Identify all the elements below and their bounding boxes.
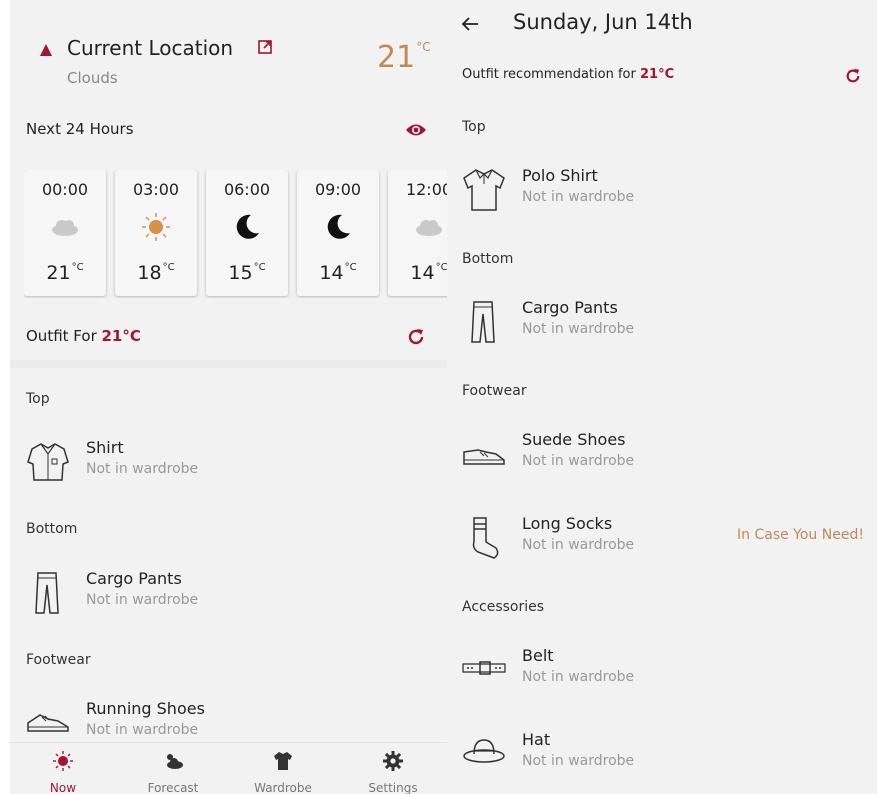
nav-forecast[interactable]: Forecast xyxy=(128,749,218,794)
next-24-hours-label: Next 24 Hours xyxy=(26,120,134,138)
cloud-icon xyxy=(52,220,78,236)
refresh-icon[interactable] xyxy=(407,328,425,346)
refresh-icon[interactable] xyxy=(845,68,861,84)
shirt-icon xyxy=(27,443,69,481)
pants-icon xyxy=(471,301,495,343)
hour-card[interactable]: 03:00 18°C xyxy=(115,170,197,296)
location-arrow-icon xyxy=(40,44,52,56)
sock-icon xyxy=(472,517,499,559)
moon-icon xyxy=(236,214,259,239)
cloud-icon xyxy=(416,220,442,236)
belt-icon xyxy=(462,661,506,675)
category-bottom-label: Bottom xyxy=(26,521,78,537)
outfit-item-top[interactable]: Polo Shirt Not in wardrobe xyxy=(462,166,862,212)
hourly-forecast-list[interactable]: 00:00 21°C 03:00 18°C 06:00 15°C 09:00 1… xyxy=(24,170,447,298)
location-header: Current Location Clouds 21°C xyxy=(10,0,447,110)
hour-card[interactable]: 06:00 15°C xyxy=(206,170,288,296)
outfit-header: Outfit For 21°C xyxy=(10,325,447,349)
category-top-label: Top xyxy=(462,119,486,135)
divider xyxy=(10,360,447,368)
outfit-item-bottom[interactable]: Cargo Pants Not in wardrobe xyxy=(462,298,862,344)
eye-icon[interactable] xyxy=(405,122,427,138)
back-arrow-icon[interactable] xyxy=(461,15,479,33)
gear-icon xyxy=(383,751,403,771)
nav-settings[interactable]: Settings xyxy=(348,749,438,794)
running-shoe-icon xyxy=(27,714,69,732)
category-bottom-label: Bottom xyxy=(462,251,514,267)
hour-card[interactable]: 12:00 14°C xyxy=(388,170,447,296)
nav-now[interactable]: Now xyxy=(18,749,108,794)
outfit-item-belt[interactable]: Belt Not in wardrobe xyxy=(462,646,862,692)
sun-icon xyxy=(53,751,73,771)
tshirt-icon xyxy=(274,752,292,770)
next-24-hours-header: Next 24 Hours xyxy=(10,118,447,142)
outfit-item-footwear[interactable]: Suede Shoes Not in wardrobe xyxy=(462,430,862,476)
day-title: Sunday, Jun 14th xyxy=(513,10,693,34)
outfit-item-bottom[interactable]: Cargo Pants Not in wardrobe xyxy=(26,569,426,615)
external-link-icon[interactable] xyxy=(258,40,272,54)
forecast-icon xyxy=(167,754,183,769)
hour-card[interactable]: 00:00 21°C xyxy=(24,170,106,296)
category-accessories-label: Accessories xyxy=(462,599,545,615)
hat-icon xyxy=(463,739,505,763)
category-top-label: Top xyxy=(26,391,50,407)
suede-shoe-icon xyxy=(463,449,505,465)
nav-wardrobe[interactable]: Wardrobe xyxy=(238,749,328,794)
moon-icon xyxy=(327,214,350,239)
sun-icon xyxy=(142,213,170,241)
current-temperature: 21°C xyxy=(377,40,431,75)
day-detail-screen: Sunday, Jun 14th Outfit recommendation f… xyxy=(447,0,877,794)
in-case-you-need-badge: In Case You Need! xyxy=(737,527,864,543)
polo-shirt-icon xyxy=(463,169,505,211)
outfit-item-hat[interactable]: Hat Not in wardrobe xyxy=(462,730,862,776)
category-footwear-label: Footwear xyxy=(462,383,527,399)
day-header: Sunday, Jun 14th xyxy=(447,0,877,54)
now-screen: Current Location Clouds 21°C Next 24 Hou… xyxy=(10,0,447,794)
outfit-for-label: Outfit For 21°C xyxy=(26,327,141,345)
bottom-navigation: Now Forecast Wardrobe Settings xyxy=(10,742,447,794)
recommendation-label: Outfit recommendation for 21°C xyxy=(462,67,675,82)
outfit-item-top[interactable]: Shirt Not in wardrobe xyxy=(26,438,426,484)
recommendation-header: Outfit recommendation for 21°C xyxy=(447,62,877,86)
outfit-item-footwear[interactable]: Running Shoes Not in wardrobe xyxy=(26,699,426,745)
hour-card[interactable]: 09:00 14°C xyxy=(297,170,379,296)
location-title[interactable]: Current Location xyxy=(67,36,233,60)
category-footwear-label: Footwear xyxy=(26,652,91,668)
weather-condition: Clouds xyxy=(67,69,118,87)
pants-icon xyxy=(35,572,59,614)
